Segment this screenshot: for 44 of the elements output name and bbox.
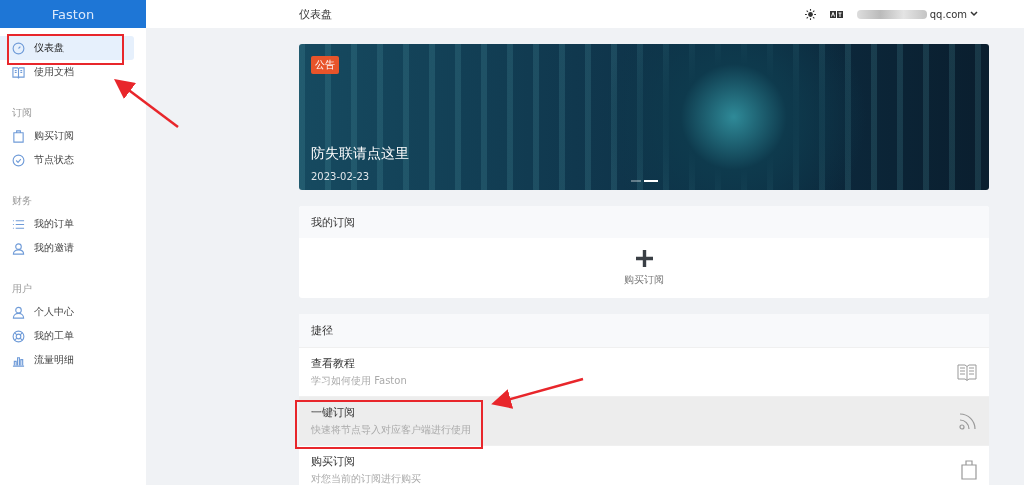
translate-icon[interactable] (829, 9, 843, 19)
announcement-tag: 公告 (311, 56, 339, 74)
check-circle-icon (12, 153, 25, 167)
sidebar-item[interactable]: 流量明细 (0, 348, 134, 372)
buy-subscription-button[interactable]: 购买订阅 (624, 249, 664, 287)
account-menu[interactable]: qq.com (856, 8, 978, 20)
shortcut-title: 查看教程 (311, 356, 355, 371)
sidebar-item[interactable]: 使用文档 (0, 60, 134, 84)
chevron-down-icon (970, 11, 978, 17)
user-icon (12, 305, 25, 319)
shortcut-description: 学习如何使用 Faston (311, 374, 407, 388)
banner-title: 防失联请点这里 (311, 145, 409, 163)
list-icon (12, 217, 25, 231)
shortcut-title: 一键订阅 (311, 405, 355, 420)
sidebar-item[interactable]: 我的邀请 (0, 236, 134, 260)
sidebar-item[interactable]: 个人中心 (0, 300, 134, 324)
menu-group-title: 订阅 (11, 106, 32, 120)
shortcut-description: 对您当前的订阅进行购买 (311, 472, 421, 485)
bag-icon (12, 129, 25, 143)
card-title: 捷径 (311, 323, 333, 338)
brand-title: Faston (0, 0, 146, 28)
sidebar-item[interactable]: 我的订单 (0, 212, 134, 236)
banner-date: 2023-02-23 (311, 171, 370, 182)
rss-icon (959, 412, 977, 430)
sidebar-item[interactable]: 节点状态 (0, 148, 134, 172)
carousel-indicator[interactable] (643, 180, 658, 182)
sidebar-item[interactable]: 购买订阅 (0, 124, 134, 148)
menu-group-title: 财务 (11, 194, 32, 208)
card-title: 我的订阅 (311, 214, 355, 230)
menu-group-title: 用户 (11, 282, 32, 296)
sidebar-item[interactable]: 我的工单 (0, 324, 134, 348)
banner-image[interactable]: 公告 防失联请点这里 2023-02-23 (299, 44, 989, 190)
gauge-icon (12, 41, 25, 55)
shortcut-title: 购买订阅 (311, 454, 355, 469)
page-title: 仪表盘 (299, 6, 332, 22)
lifebuoy-icon (12, 329, 25, 343)
book-icon (957, 363, 977, 381)
sidebar-item[interactable]: 仪表盘 (0, 36, 134, 60)
plus-icon (635, 249, 653, 267)
shortcut-item[interactable]: 购买订阅 对您当前的订阅进行购买 (299, 445, 989, 485)
bag-icon (961, 460, 977, 480)
pointer-arrow (114, 79, 179, 128)
sun-icon[interactable] (804, 8, 816, 20)
book-icon (12, 65, 25, 79)
